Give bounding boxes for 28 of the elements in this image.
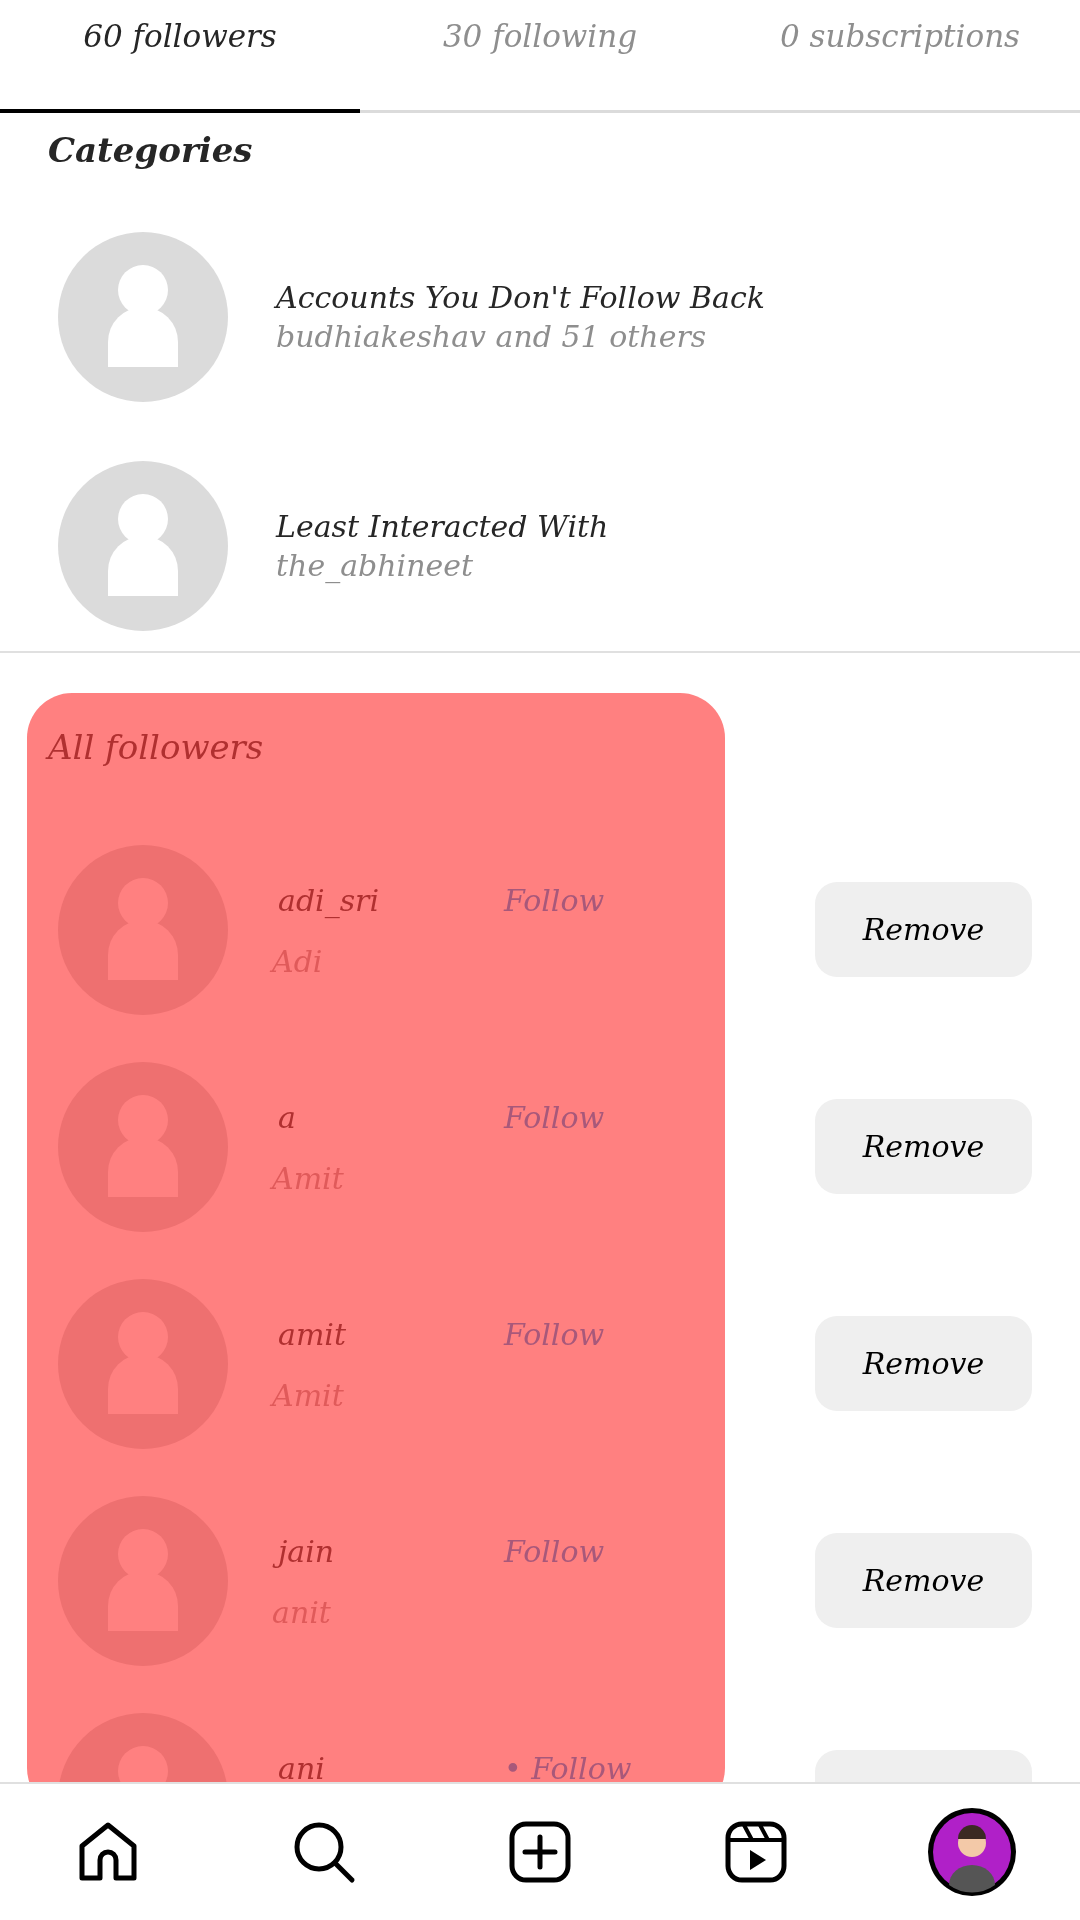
tab[interactable]: 30 following [360,0,720,113]
search-icon[interactable] [292,1820,356,1884]
avatar-icon [58,461,228,631]
follow-link[interactable]: Follow [504,1317,605,1352]
remove-button[interactable]: Remove [815,882,1032,977]
section-heading: All followers [0,693,1080,821]
remove-button[interactable]: Remove [815,1533,1032,1628]
username[interactable]: amit [272,1315,464,1354]
create-icon[interactable] [508,1820,572,1884]
remove-button[interactable]: Remove [815,1316,1032,1411]
follow-link[interactable]: Follow [504,1534,605,1569]
remove-button[interactable]: Remove [815,1099,1032,1194]
category-subtitle: the_abhineet [276,548,475,583]
category-subtitle: budhiakeshav and 51 others [276,319,708,354]
username[interactable]: adi_sri [272,881,464,920]
category-title[interactable]: Least Interacted With [276,509,609,544]
username[interactable]: ani [272,1749,464,1782]
tab[interactable]: 60 followers [0,0,360,113]
reels-icon[interactable] [724,1820,788,1884]
username[interactable]: jain [272,1532,464,1571]
username[interactable]: a [272,1098,464,1137]
profile-avatar-icon[interactable] [927,1807,1017,1897]
avatar-icon [58,232,228,402]
tab[interactable]: 0 subscriptions [720,0,1080,113]
follow-link[interactable]: • Follow [504,1751,632,1782]
follow-link[interactable]: Follow [504,883,605,918]
follow-link[interactable]: Follow [504,1100,605,1135]
section-heading: Categories [47,129,254,172]
